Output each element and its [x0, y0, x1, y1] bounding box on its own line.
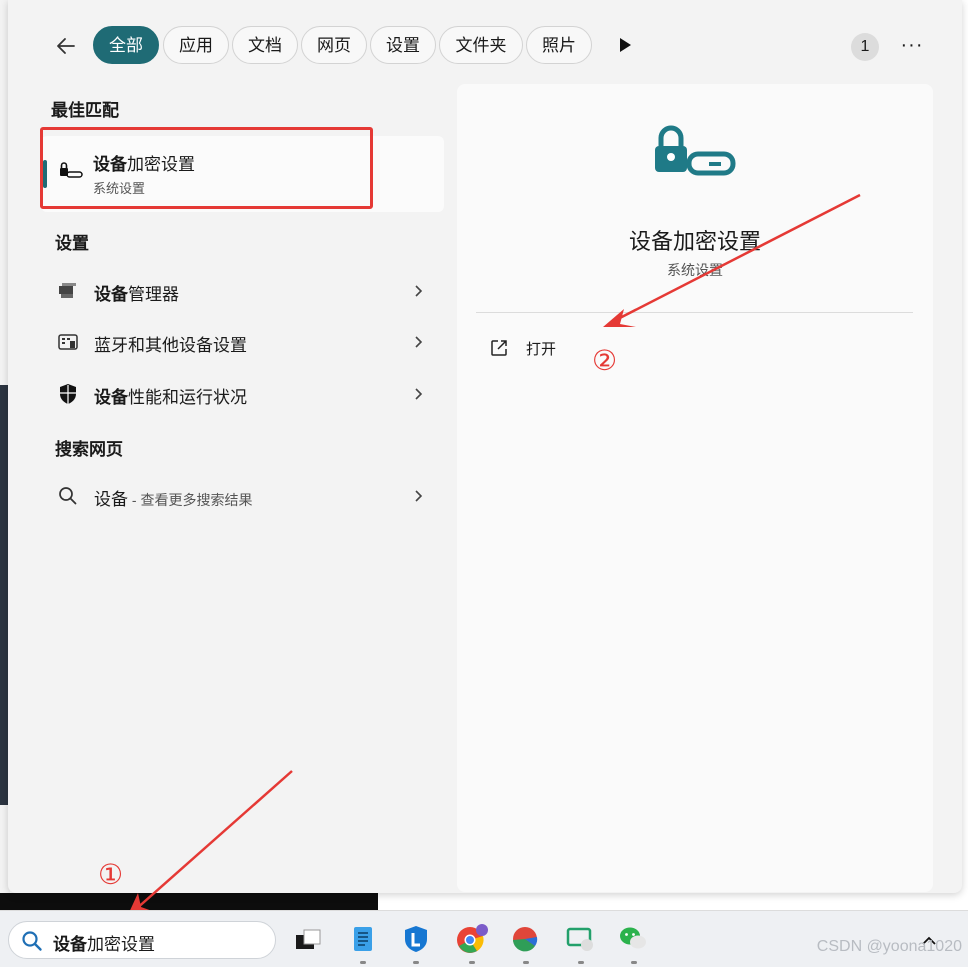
open-external-icon: [489, 338, 509, 358]
annotation-highlight-box: [40, 127, 373, 209]
result-label: 蓝牙和其他设备设置: [94, 336, 247, 355]
search-query: 设备加密设置: [53, 935, 155, 954]
annotation-marker-1: ①: [98, 859, 124, 890]
chrome-icon[interactable]: [455, 923, 488, 955]
search-flyout: 全部 应用 文档 网页 设置 文件夹 照片 1 ··· 最佳匹配 设备加密设置 …: [8, 0, 962, 893]
divider: [476, 312, 913, 313]
device-manager-icon: [57, 280, 79, 302]
tab-all[interactable]: 全部: [93, 26, 159, 64]
search-icon: [21, 930, 43, 952]
chevron-right-icon: [411, 383, 427, 405]
preview-pane: 设备加密设置 系统设置 打开: [457, 84, 933, 892]
running-indicator: [360, 961, 366, 964]
result-device-health[interactable]: 设备性能和运行状况: [41, 372, 444, 416]
desktop-strip: [0, 893, 378, 910]
shield-icon: [57, 383, 79, 405]
tab-apps[interactable]: 应用: [163, 26, 229, 64]
preview-subtitle: 系统设置: [667, 262, 723, 278]
wechat-icon[interactable]: [617, 923, 649, 955]
task-view-icon[interactable]: [292, 923, 324, 955]
more-options-icon[interactable]: ···: [898, 30, 926, 62]
chevron-right-icon: [411, 331, 427, 353]
filter-bar: 全部 应用 文档 网页 设置 文件夹 照片 1 ···: [8, 24, 962, 68]
chevron-right-icon: [411, 280, 427, 302]
open-button[interactable]: 打开: [489, 334, 609, 364]
chevron-right-icon: [411, 485, 427, 507]
result-label: 设备管理器: [94, 285, 179, 304]
tab-documents[interactable]: 文档: [232, 26, 298, 64]
lock-key-icon: [653, 124, 737, 180]
security-app-icon[interactable]: [400, 923, 432, 955]
rewards-badge[interactable]: 1: [851, 33, 879, 61]
result-bluetooth-devices[interactable]: 蓝牙和其他设备设置: [41, 320, 444, 364]
settings-heading: 设置: [55, 234, 89, 253]
running-indicator: [413, 961, 419, 964]
web-search-heading: 搜索网页: [55, 440, 123, 459]
watermark: CSDN @yoona1020: [816, 938, 962, 955]
search-icon: [57, 485, 79, 507]
remote-app-icon[interactable]: [564, 923, 596, 955]
keyboard-devices-icon: [57, 331, 79, 353]
tab-photos[interactable]: 照片: [526, 26, 592, 64]
result-label: 设备性能和运行状况: [94, 388, 247, 407]
running-indicator: [469, 961, 475, 964]
running-indicator: [523, 961, 529, 964]
best-match-heading: 最佳匹配: [51, 101, 119, 120]
result-web-search[interactable]: 设备 - 查看更多搜索结果: [41, 474, 444, 518]
open-label: 打开: [526, 341, 557, 358]
running-indicator: [578, 961, 584, 964]
tab-settings[interactable]: 设置: [370, 26, 436, 64]
preview-title: 设备加密设置: [628, 229, 761, 254]
running-indicator: [631, 961, 637, 964]
annotation-marker-2: ②: [592, 345, 618, 376]
tab-folders[interactable]: 文件夹: [439, 26, 523, 64]
taskbar-search-box[interactable]: 设备加密设置: [8, 921, 276, 959]
result-device-manager[interactable]: 设备管理器: [41, 269, 444, 313]
notepad-icon[interactable]: [347, 923, 379, 955]
taskbar: 设备加密设置 CSDN @yoona1020: [0, 910, 968, 967]
browser-app-icon[interactable]: [509, 923, 541, 955]
tab-web[interactable]: 网页: [301, 26, 367, 64]
result-label: 设备 - 查看更多搜索结果: [94, 490, 253, 509]
play-icon[interactable]: [616, 36, 634, 54]
arrow-left-icon[interactable]: [52, 32, 80, 60]
